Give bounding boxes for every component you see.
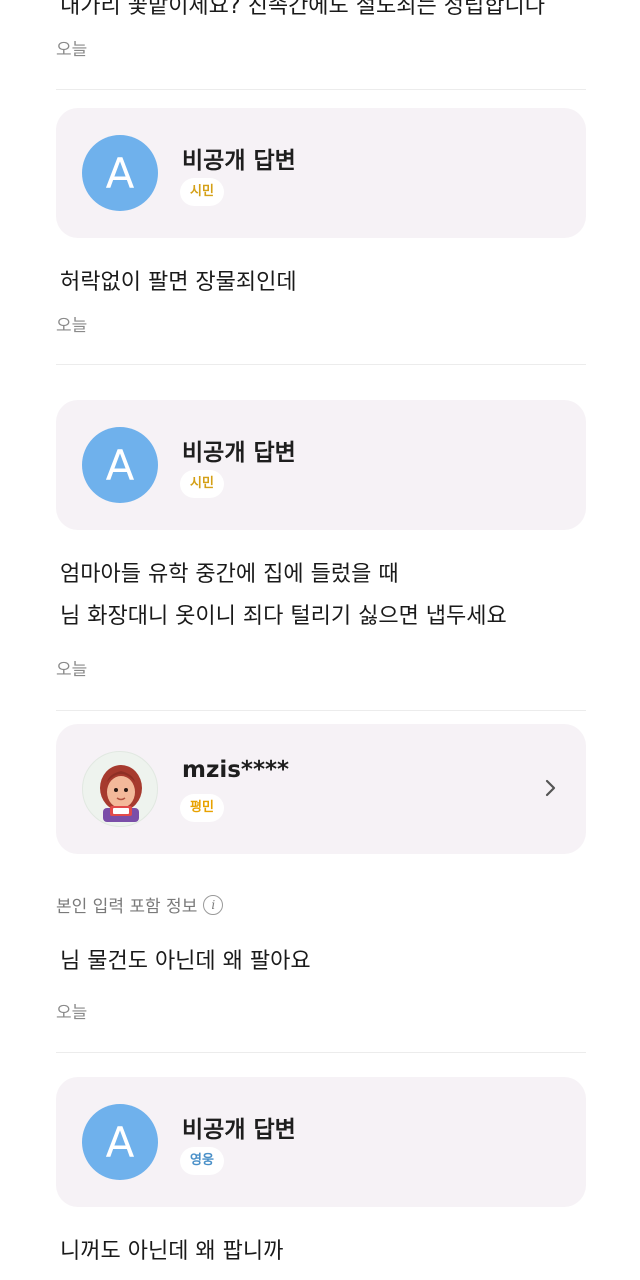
answerer-card[interactable]: A 비공개 답변 시민 (56, 400, 586, 530)
divider (56, 710, 586, 711)
chevron-right-icon[interactable] (538, 776, 562, 800)
answer-text: 내가리 꽃밭이세요? 친족간에도 절도죄는 성립합니다 (60, 0, 545, 19)
avatar: A (82, 427, 158, 503)
self-input-info[interactable]: 본인 입력 포함 정보 i (56, 892, 224, 917)
divider (56, 364, 586, 365)
answerer-name: mzis**** (182, 757, 290, 783)
answer-date: 오늘 (56, 1003, 88, 1023)
answerer-name: 비공개 답변 (182, 148, 296, 174)
answer-feed: 내가리 꽃밭이세요? 친족간에도 절도죄는 성립합니다 오늘 A 비공개 답변 … (0, 0, 640, 1280)
answer-text: 니꺼도 아닌데 왜 팝니까 (60, 1239, 284, 1264)
grade-badge: 시민 (180, 178, 224, 206)
answerer-card[interactable]: A 비공개 답변 시민 (56, 108, 586, 238)
answer-text: 님 물건도 아닌데 왜 팔아요 (60, 949, 311, 974)
info-label: 본인 입력 포함 정보 (56, 897, 198, 917)
answer-text-line-2: 님 화장대니 옷이니 죄다 털리기 싫으면 냅두세요 (60, 604, 507, 629)
answerer-name: 비공개 답변 (182, 1117, 296, 1143)
avatar: A (82, 1104, 158, 1180)
grade-badge: 영웅 (180, 1147, 224, 1175)
grade-badge: 시민 (180, 470, 224, 498)
avatar: A (82, 135, 158, 211)
answerer-name: 비공개 답변 (182, 440, 296, 466)
info-icon[interactable]: i (203, 894, 224, 915)
answer-text: 허락없이 팔면 장물죄인데 (60, 270, 297, 295)
divider (56, 1052, 586, 1053)
divider (56, 89, 586, 90)
character-avatar-icon (82, 751, 158, 827)
answer-date: 오늘 (56, 316, 88, 336)
answer-date: 오늘 (56, 660, 88, 680)
answerer-card[interactable]: mzis**** 평민 (56, 724, 586, 854)
grade-badge: 평민 (180, 794, 224, 822)
answerer-card[interactable]: A 비공개 답변 영웅 (56, 1077, 586, 1207)
answer-text-line-1: 엄마아들 유학 중간에 집에 들렀을 때 (60, 562, 399, 587)
answer-date: 오늘 (56, 40, 88, 60)
